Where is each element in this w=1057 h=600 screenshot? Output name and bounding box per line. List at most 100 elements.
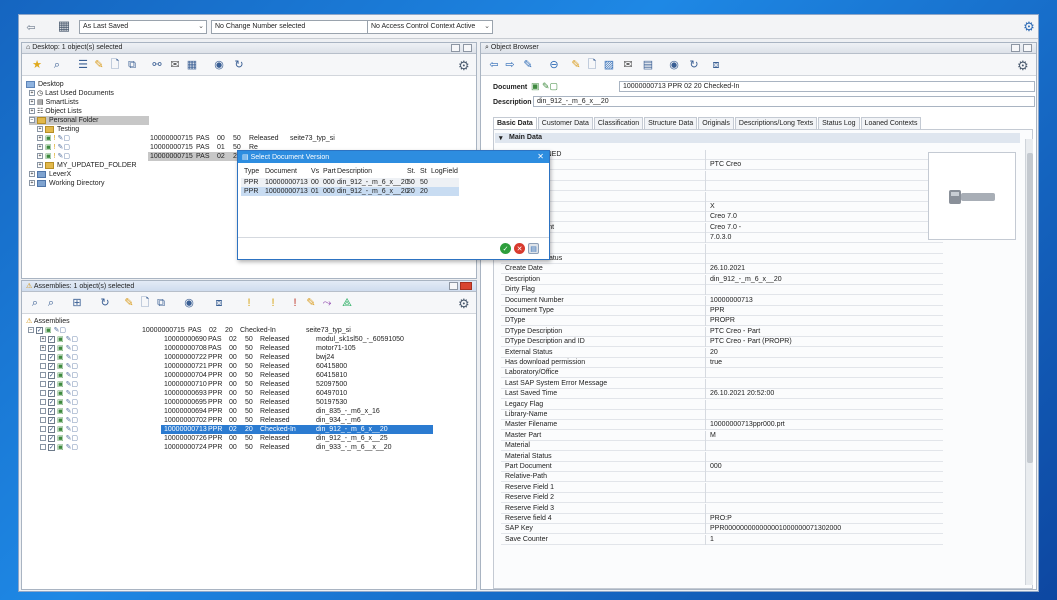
- property-row[interactable]: Last SAP System Error Message: [501, 378, 943, 389]
- property-row[interactable]: Document Type PPR: [501, 306, 943, 316]
- tab-basic-data[interactable]: Basic Data: [493, 117, 537, 129]
- property-row[interactable]: Description din_912_-_m_6_x__20: [501, 274, 943, 285]
- table-row-selected[interactable]: PPR 10000000713 01 000 din_912_-_m_6_x__…: [241, 187, 459, 196]
- expand-icon[interactable]: +: [37, 126, 43, 133]
- property-row[interactable]: Reserve Field 2: [501, 493, 943, 504]
- property-row[interactable]: Material: [501, 441, 943, 452]
- property-row[interactable]: er: [501, 243, 943, 254]
- expand-icon[interactable]: [40, 399, 46, 406]
- checkbox[interactable]: [48, 371, 55, 379]
- expand-icon[interactable]: [40, 417, 46, 424]
- options-icon[interactable]: ▤: [528, 243, 539, 254]
- assembly-item-row[interactable]: ▣ ✎▢: [40, 416, 78, 425]
- property-row[interactable]: Laboratory/Office: [501, 368, 943, 379]
- property-row[interactable]: Legacy Flag: [501, 399, 943, 410]
- assembly-item-row[interactable]: ▣ ✎▢: [40, 353, 78, 362]
- unlock-icon[interactable]: !: [266, 296, 280, 310]
- edit-icon[interactable]: ✎: [122, 296, 136, 310]
- checkbox[interactable]: [48, 344, 55, 352]
- property-row[interactable]: xt7.0.3.0: [501, 233, 943, 244]
- tree-doc-row[interactable]: + ▣ ! ✎▢: [37, 143, 70, 152]
- property-row[interactable]: SAP Key PPR000000000000001000000071302000: [501, 524, 943, 535]
- checkbox[interactable]: [48, 407, 55, 415]
- document-field[interactable]: 10000000713 PPR 02 20 Checked-In: [619, 81, 1035, 92]
- access-context-combo[interactable]: No Access Control Context Active ⌄: [367, 20, 493, 34]
- view-icon[interactable]: ◉: [667, 58, 681, 72]
- property-row[interactable]: l Context OWNED: [501, 150, 943, 160]
- back-arrow-icon[interactable]: ⇦: [24, 20, 38, 34]
- description-field[interactable]: din_912_-_m_6_x__20: [533, 96, 1035, 107]
- expand-icon[interactable]: +: [29, 99, 35, 106]
- property-row[interactable]: Document Number 10000000713: [501, 295, 943, 306]
- property-row[interactable]: DType Description and ID PTC Creo - Part …: [501, 337, 943, 348]
- copy-icon[interactable]: ⧉: [125, 58, 139, 72]
- minimize-icon[interactable]: [451, 44, 460, 52]
- forward-arrow-icon[interactable]: ⇨: [503, 58, 517, 72]
- cancel-icon[interactable]: ✕: [514, 243, 525, 254]
- checkbox[interactable]: [36, 326, 43, 334]
- property-row[interactable]: Reserve Field 3: [501, 503, 943, 514]
- copy-icon[interactable]: ⧉: [154, 296, 168, 310]
- close-icon[interactable]: ✕: [537, 152, 544, 161]
- column-header-status1[interactable]: St.: [407, 168, 416, 177]
- expand-icon[interactable]: [40, 435, 46, 442]
- property-row[interactable]: Master Part M: [501, 430, 943, 441]
- table-icon[interactable]: ▦: [185, 58, 199, 72]
- view-icon[interactable]: ◉: [212, 58, 226, 72]
- property-row[interactable]: Dirty Flag: [501, 285, 943, 296]
- maximize-icon[interactable]: [1023, 44, 1032, 52]
- expand-icon[interactable]: +: [29, 90, 35, 97]
- expand-icon[interactable]: [40, 363, 46, 370]
- property-row[interactable]: Conversion Status: [501, 254, 943, 264]
- tab-loaned-contexts[interactable]: Loaned Contexts: [860, 117, 922, 129]
- edit-icon[interactable]: ✎: [521, 58, 535, 72]
- expand-icon[interactable]: [40, 426, 46, 433]
- mail-icon[interactable]: ✉: [168, 58, 182, 72]
- property-row[interactable]: Material Status: [501, 451, 943, 462]
- property-row[interactable]: X: [501, 202, 943, 212]
- tree-node-smartlists[interactable]: + ▤ SmartLists: [29, 98, 79, 107]
- tree-doc-row[interactable]: + ▣ ! ✎▢: [37, 152, 70, 161]
- expand-icon[interactable]: +: [40, 336, 46, 343]
- export-icon[interactable]: ⧈: [212, 296, 226, 310]
- expand-icon[interactable]: [40, 390, 46, 397]
- property-row[interactable]: nd EnvironmentCreo 7.0 -: [501, 222, 943, 233]
- mail-icon[interactable]: ✉: [621, 58, 635, 72]
- expand-icon[interactable]: +: [29, 180, 35, 187]
- alert-icon[interactable]: !: [288, 296, 302, 310]
- column-header-logfield[interactable]: LogField: [431, 168, 458, 177]
- tool-icon[interactable]: ⟁: [340, 296, 354, 310]
- collapse-icon[interactable]: −: [29, 117, 35, 124]
- assembly-item-row[interactable]: ▣ ✎▢: [40, 398, 78, 407]
- checkbox[interactable]: [48, 389, 55, 397]
- search-tree-icon[interactable]: ⌕: [44, 296, 58, 310]
- refresh-icon[interactable]: ↻: [687, 58, 701, 72]
- property-row[interactable]: External Status 20: [501, 347, 943, 358]
- tab-customer-data[interactable]: Customer Data: [537, 117, 593, 129]
- maximize-icon[interactable]: [463, 44, 472, 52]
- checkbox[interactable]: [48, 425, 55, 433]
- expand-icon[interactable]: +: [40, 345, 46, 352]
- property-row[interactable]: Part Document 000: [501, 462, 943, 472]
- assembly-item-row[interactable]: ▣ ✎▢: [40, 425, 78, 434]
- structure-icon[interactable]: ⊞: [70, 296, 84, 310]
- tree-doc-row[interactable]: + ▣ ! ✎▢: [37, 134, 70, 143]
- column-header-type[interactable]: Type: [244, 168, 259, 177]
- change-number-combo[interactable]: No Change Number selected⌄: [211, 20, 381, 34]
- structure-icon[interactable]: ▦: [57, 18, 71, 33]
- tab-classification[interactable]: Classification: [593, 117, 644, 129]
- back-arrow-icon[interactable]: ⇦: [487, 58, 501, 72]
- assembly-item-row[interactable]: ▣ ✎▢: [40, 407, 78, 416]
- property-row[interactable]: Group: [501, 181, 943, 192]
- export-icon[interactable]: ⧈: [709, 58, 723, 72]
- property-row[interactable]: Has download permission true: [501, 358, 943, 368]
- column-header-status2[interactable]: St: [420, 168, 427, 177]
- scrollbar-thumb[interactable]: [1027, 153, 1033, 463]
- checkbox[interactable]: [48, 398, 55, 406]
- assembly-item-row[interactable]: + ▣ ✎▢: [40, 344, 78, 353]
- column-header-part[interactable]: Part: [323, 168, 336, 177]
- link-icon[interactable]: ⤳: [320, 296, 334, 310]
- view-icon[interactable]: ◉: [182, 296, 196, 310]
- panel-settings-icon[interactable]: ⚙: [1017, 58, 1029, 74]
- assembly-item-row[interactable]: ▣ ✎▢: [40, 443, 78, 452]
